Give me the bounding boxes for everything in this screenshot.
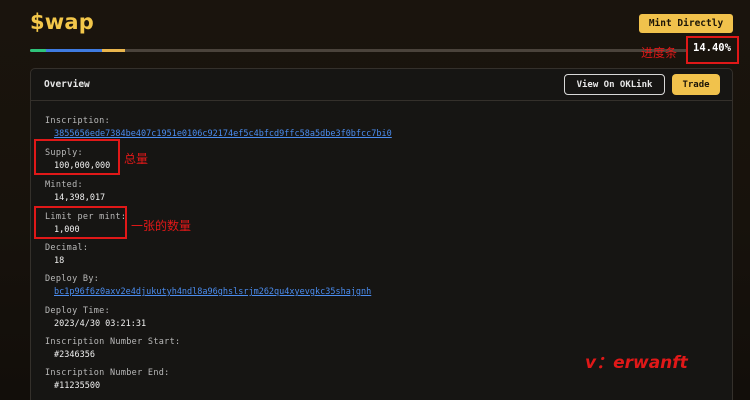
- annotation-limit-label: 一张的数量: [131, 219, 192, 233]
- mint-directly-button[interactable]: Mint Directly: [639, 14, 733, 33]
- deploy-time-value: 2023/4/30 03:21:31: [54, 319, 147, 329]
- progress-percent: 14.40%: [693, 42, 731, 54]
- overview-title: Overview: [44, 79, 90, 90]
- number-start-label: Inscription Number Start:: [45, 337, 181, 347]
- token-title: $wap: [30, 10, 95, 34]
- minted-label: Minted:: [45, 180, 83, 190]
- mint-progress-bar: [30, 49, 688, 52]
- annotation-supply-box: [34, 139, 120, 175]
- minted-value: 14,398,017: [54, 193, 106, 203]
- mint-progress-fill: [30, 49, 125, 52]
- overview-header: Overview View On OKLink Trade: [31, 69, 732, 101]
- annotation-progress-label: 进度条: [641, 46, 678, 60]
- annotation-supply-label: 总量: [124, 152, 149, 166]
- decimal-label: Decimal:: [45, 243, 89, 253]
- deploy-time-label: Deploy Time:: [45, 306, 111, 316]
- inscription-label: Inscription:: [45, 116, 111, 126]
- inscription-link[interactable]: 3855656ede7384be407c1951e0106c92174ef5c4…: [54, 129, 392, 139]
- number-end-label: Inscription Number End:: [45, 368, 170, 378]
- watermark-text: v：erwanft: [585, 353, 688, 373]
- deploy-by-link[interactable]: bc1p96f6z0axv2e4djukutyh4ndl8a96ghslsrjm…: [54, 287, 371, 297]
- decimal-value: 18: [54, 256, 65, 266]
- number-start-value: #2346356: [54, 350, 95, 360]
- view-on-oklink-button[interactable]: View On OKLink: [564, 74, 665, 95]
- annotation-limit-box: [34, 206, 127, 239]
- number-end-value: #11235500: [54, 381, 101, 391]
- deploy-by-label: Deploy By:: [45, 274, 100, 284]
- trade-button[interactable]: Trade: [672, 74, 720, 95]
